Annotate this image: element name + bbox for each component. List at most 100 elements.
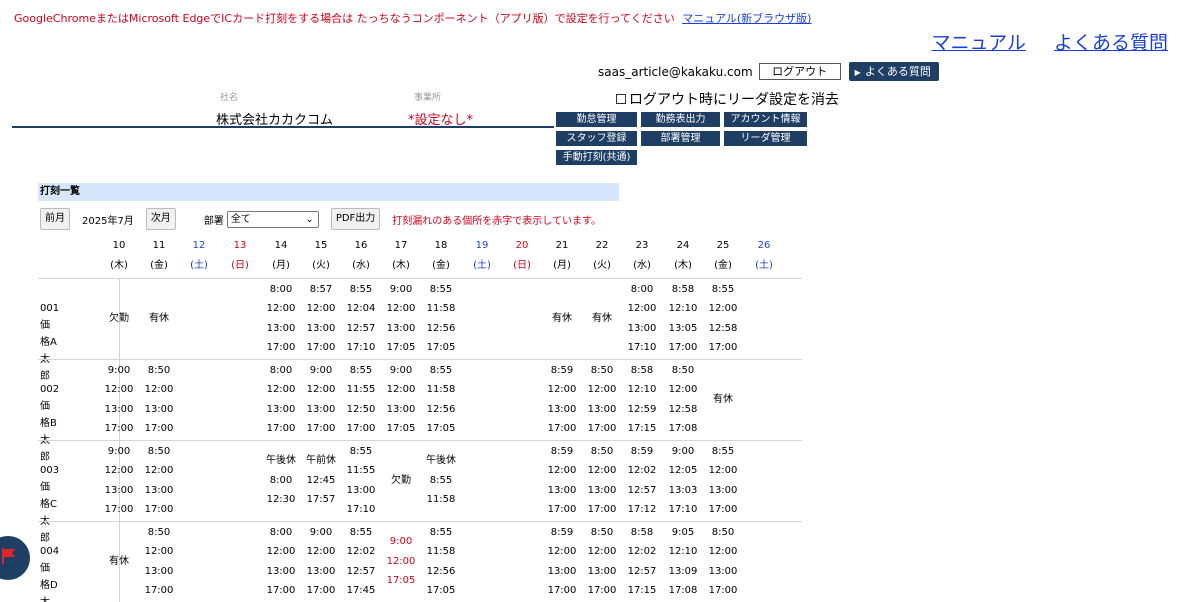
stamp-cell[interactable]: 9:00 12:00 17:05	[381, 532, 421, 591]
new-browser-manual-link[interactable]: マニュアル(新ブラウザ版)	[682, 12, 811, 25]
stamp-cell[interactable]: 8:00 12:00 13:00 17:10	[622, 280, 662, 358]
faq-button[interactable]: ▶ よくある質問	[848, 62, 939, 81]
stamp-cell[interactable]: 8:55 11:55 13:00 17:10	[341, 442, 381, 520]
employee-label: 001 価格A太郎	[40, 300, 59, 385]
stamp-cell[interactable]: 有休	[582, 309, 622, 329]
stamp-time: 有休	[552, 312, 572, 324]
stamp-cell[interactable]: 8:59 12:00 13:00 17:00	[542, 523, 582, 601]
employee-label: 002 価格B太郎	[40, 381, 59, 466]
top-links: マニュアル よくある質問	[910, 28, 1169, 55]
logout-button[interactable]: ログアウト	[758, 63, 841, 80]
stamp-time: 12:30	[266, 494, 296, 506]
feedback-button[interactable]	[0, 536, 30, 580]
stamp-cell[interactable]: 8:00 12:00 13:00 17:00	[261, 361, 301, 439]
nav-attendance-button[interactable]: 勤怠管理	[556, 112, 637, 127]
day-header: 21 (月)	[542, 236, 582, 276]
day-number: 25	[716, 240, 730, 251]
stamp-cell[interactable]: 8:55 12:00 13:00 17:00	[703, 442, 743, 520]
stamp-cell[interactable]: 8:00 12:00 13:00 17:00	[261, 523, 301, 601]
stamp-time: 13:00	[306, 565, 336, 577]
stamp-time: 12:58	[708, 322, 738, 334]
pdf-output-button[interactable]: PDF出力	[330, 208, 381, 230]
stamp-time: 12:02	[627, 465, 657, 476]
day-weekday: (日)	[513, 260, 531, 271]
stamp-cell[interactable]: 8:50 12:00 13:00 17:00	[139, 442, 179, 520]
nav-timesheet-output-button[interactable]: 勤務表出力	[641, 112, 720, 127]
stamp-cell[interactable]: 9:00 12:00 13:00 17:00	[99, 442, 139, 520]
day-number: 10	[112, 240, 126, 251]
stamp-cell[interactable]: 8:57 12:00 13:00 17:00	[301, 280, 341, 358]
manual-link[interactable]: マニュアル	[932, 32, 1026, 54]
stamp-cell[interactable]: 8:50 12:00 13:00 17:00	[139, 361, 179, 439]
prev-month-button[interactable]: 前月	[40, 208, 70, 230]
stamp-cell[interactable]: 午後休 8:00 12:30	[261, 451, 301, 510]
stamp-cell[interactable]: 8:50 12:00 13:00 17:00	[139, 523, 179, 601]
employee-name: 価格A太郎	[40, 320, 57, 382]
stamp-cell[interactable]: 8:55 11:58 12:56 17:05	[421, 361, 461, 439]
department-select[interactable]: 全て ⌄	[226, 210, 319, 228]
faq-button-label: よくある質問	[864, 65, 931, 78]
day-weekday: (水)	[352, 260, 370, 271]
stamp-time: 13:00	[104, 403, 134, 415]
stamp-time: 有休	[149, 312, 169, 324]
stamp-time: 12:05	[668, 465, 698, 476]
stamp-cell[interactable]: 9:00 12:05 13:03 17:10	[663, 442, 703, 520]
stamp-cell[interactable]: 8:58 12:02 12:57 17:15	[622, 523, 662, 601]
employee-name: 価格B太郎	[40, 401, 57, 463]
stamp-time: 8:00	[269, 364, 293, 376]
stamp-cell[interactable]: 8:50 12:00 13:00 17:00	[703, 523, 743, 601]
notice-text: GoogleChromeまたはMicrosoft EdgeでICカード打刻をする…	[14, 12, 675, 25]
stamp-cell[interactable]: 8:59 12:00 13:00 17:00	[542, 361, 582, 439]
stamp-cell[interactable]: 8:50 12:00 12:58 17:08	[663, 361, 703, 439]
stamp-cell[interactable]: 9:00 12:00 13:00 17:05	[381, 361, 421, 439]
stamp-cell[interactable]: 8:55 11:58 12:56 17:05	[421, 280, 461, 358]
faq-link[interactable]: よくある質問	[1054, 32, 1168, 54]
stamp-cell[interactable]: 9:00 12:00 13:00 17:00	[99, 361, 139, 439]
stamp-cell[interactable]: 8:59 12:02 12:57 17:12	[622, 442, 662, 520]
stamp-time: 17:00	[104, 423, 134, 434]
stamp-time: 12:00	[668, 384, 698, 395]
stamp-cell[interactable]: 9:00 12:00 13:00 17:00	[301, 361, 341, 439]
stamp-cell[interactable]: 8:55 12:00 12:58 17:00	[703, 280, 743, 358]
stamp-time: 13:00	[266, 403, 296, 415]
stamp-cell[interactable]: 欠勤	[99, 309, 139, 329]
stamp-time: 12:56	[426, 322, 456, 334]
stamp-cell[interactable]: 8:58 12:10 12:59 17:15	[622, 361, 662, 439]
day-weekday: (木)	[674, 260, 692, 271]
stamp-cell[interactable]: 8:58 12:10 13:05 17:00	[663, 280, 703, 358]
stamp-time: 12:00	[144, 546, 174, 557]
stamp-cell[interactable]: 9:00 12:00 13:00 17:00	[301, 523, 341, 601]
stamp-cell[interactable]: 9:05 12:10 13:09 17:08	[663, 523, 703, 601]
nav-staff-register-button[interactable]: スタッフ登録	[556, 131, 637, 146]
stamp-cell[interactable]: 有休	[139, 309, 179, 329]
stamp-cell[interactable]: 有休	[703, 390, 743, 410]
stamp-cell[interactable]: 有休	[542, 309, 582, 329]
nav-department-button[interactable]: 部署管理	[641, 131, 720, 146]
nav-manual-stamp-button[interactable]: 手動打刻(共通)	[556, 150, 637, 165]
stamp-cell[interactable]: 8:59 12:00 13:00 17:00	[542, 442, 582, 520]
clear-reader-setting[interactable]: ログアウト時にリーダ設定を消去	[616, 89, 839, 109]
stamp-cell[interactable]: 午前休 12:45 17:57	[301, 451, 341, 510]
stamp-cell[interactable]: 8:55 11:58 12:56 17:05	[421, 523, 461, 601]
employee-id: 004	[40, 546, 60, 557]
stamp-cell[interactable]: 有休	[99, 552, 139, 572]
day-weekday: (火)	[593, 260, 611, 271]
stamp-time: 8:58	[630, 364, 654, 376]
nav-reader-button[interactable]: リーダ管理	[724, 131, 807, 146]
stamp-cell[interactable]: 8:55 12:04 12:57 17:10	[341, 280, 381, 358]
stamp-cell[interactable]: 8:55 11:55 12:50 17:00	[341, 361, 381, 439]
stamp-cell[interactable]: 8:55 12:02 12:57 17:45	[341, 523, 381, 601]
ic-card-notice: GoogleChromeまたはMicrosoft EdgeでICカード打刻をする…	[14, 10, 811, 26]
clear-reader-checkbox[interactable]	[616, 94, 626, 104]
stamp-time: 午後休	[426, 455, 456, 467]
stamp-cell[interactable]: 欠勤	[381, 471, 421, 491]
stamp-time: 12:57	[346, 565, 376, 577]
next-month-button[interactable]: 次月	[145, 208, 176, 230]
nav-account-info-button[interactable]: アカウント情報	[724, 112, 807, 127]
stamp-cell[interactable]: 8:50 12:00 13:00 17:00	[582, 442, 622, 520]
stamp-cell[interactable]: 8:00 12:00 13:00 17:00	[261, 280, 301, 358]
stamp-cell[interactable]: 8:50 12:00 13:00 17:00	[582, 523, 622, 601]
stamp-cell[interactable]: 9:00 12:00 13:00 17:05	[381, 280, 421, 358]
stamp-cell[interactable]: 8:50 12:00 13:00 17:00	[582, 361, 622, 439]
stamp-cell[interactable]: 午後休 8:55 11:58	[421, 451, 461, 510]
